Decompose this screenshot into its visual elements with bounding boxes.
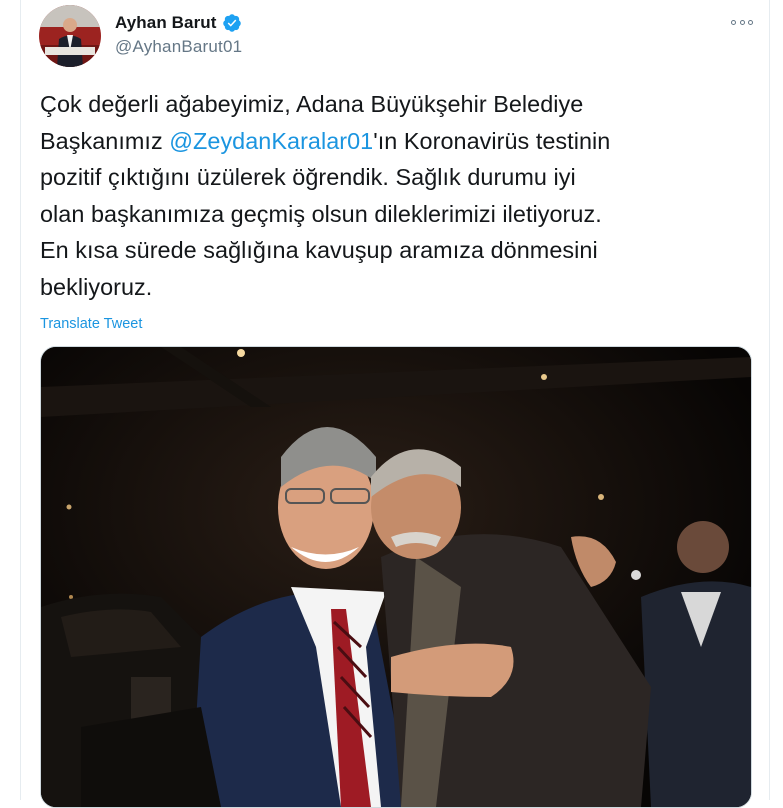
avatar[interactable] (39, 5, 101, 67)
user-block: Ayhan Barut @AyhanBarut01 (115, 12, 242, 57)
tweet-line-text: olan başkanımıza geçmiş olsun dileklerim… (40, 200, 602, 227)
more-options-icon[interactable] (731, 15, 753, 29)
tweet-line-text: Çok değerli ağabeyimiz, Adana Büyükşehir… (40, 91, 584, 117)
tweet-line-text: bekliyoruz. (40, 273, 153, 300)
tweet-line: bekliyoruz. (40, 269, 752, 306)
verified-badge-icon (222, 13, 242, 33)
display-name-row: Ayhan Barut (115, 12, 242, 34)
mention-link[interactable]: @ZeydanKaralar01 (169, 128, 373, 154)
user-handle[interactable]: @AyhanBarut01 (115, 37, 242, 57)
tweet-line: En kısa sürede sağlığına kavuşup aramıza… (40, 232, 752, 269)
tweet-header: Ayhan Barut @AyhanBarut01 (39, 5, 753, 69)
tweet-line-text: pozitif çıktığını üzülerek öğrendik. Sağ… (40, 164, 576, 191)
tweet-line: Çok değerli ağabeyimiz, Adana Büyükşehir… (40, 86, 752, 123)
tweet-line-text: En kısa sürede sağlığına kavuşup aramıza… (40, 237, 598, 264)
tweet-photo[interactable] (40, 346, 752, 808)
tweet-text: Çok değerli ağabeyimiz, Adana Büyükşehir… (40, 86, 752, 306)
tweet-card[interactable]: Ayhan Barut @AyhanBarut01 Çok değerli ağ… (20, 0, 770, 808)
tweet-line-text: Başkanımız (40, 127, 170, 154)
translate-tweet-link[interactable]: Translate Tweet (40, 316, 142, 332)
tweet-line: pozitif çıktığını üzülerek öğrendik. Sağ… (40, 159, 752, 196)
tweet-line: Başkanımız @ZeydanKaralar01'ın Koronavir… (40, 123, 752, 160)
tweet-line: olan başkanımıza geçmiş olsun dileklerim… (40, 196, 752, 233)
display-name[interactable]: Ayhan Barut (115, 13, 217, 33)
tweet-line-text: 'ın Koronavirüs testinin (373, 127, 611, 154)
